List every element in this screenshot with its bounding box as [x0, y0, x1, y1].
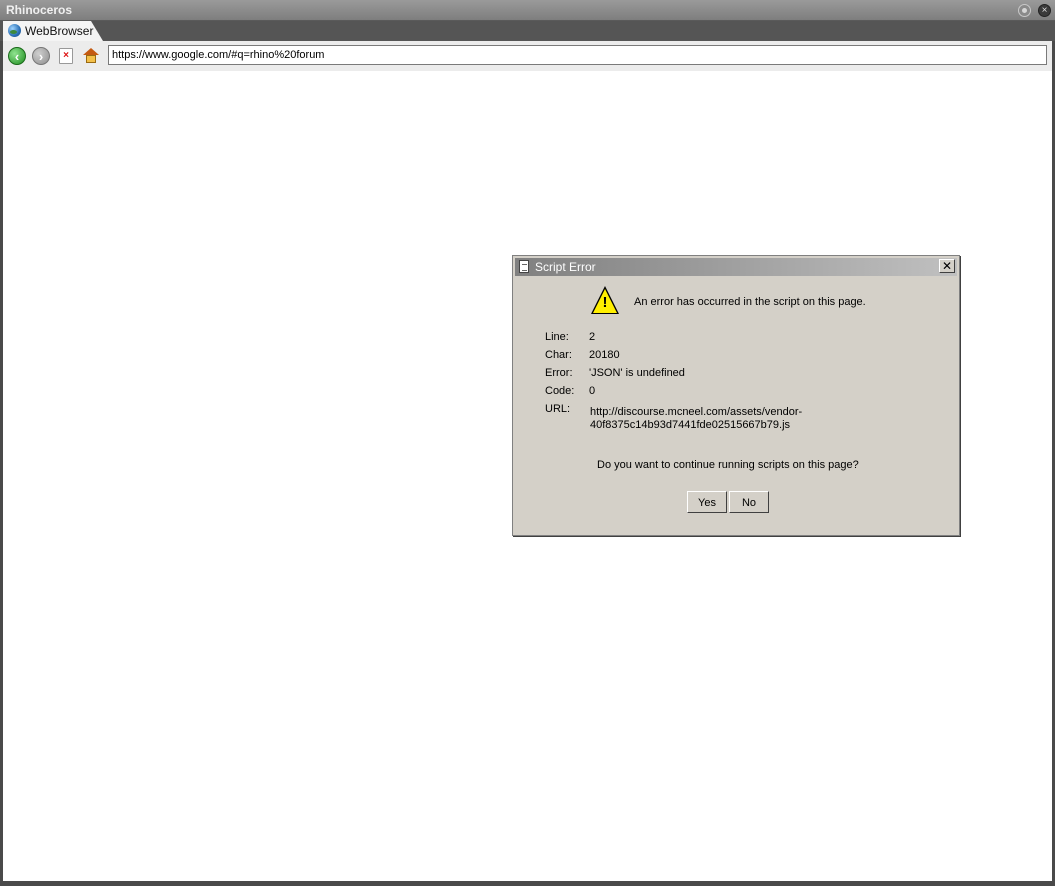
window-bottom-border: [0, 881, 1055, 886]
error-message: An error has occurred in the script on t…: [634, 296, 866, 308]
line-value: 2: [589, 331, 596, 343]
dialog-close-icon[interactable]: ✕: [939, 259, 955, 273]
no-button[interactable]: No: [729, 491, 769, 513]
forward-icon[interactable]: ›: [32, 47, 50, 65]
url-value: http://discourse.mcneel.com/assets/vendo…: [590, 406, 803, 431]
window-titlebar: Rhinoceros ×: [0, 0, 1055, 21]
dialog-title: Script Error: [535, 260, 596, 274]
script-error-dialog: Script Error ✕ ! An error has occurred i…: [512, 255, 960, 536]
stop-icon[interactable]: ×: [59, 48, 73, 64]
tab-webbrowser[interactable]: WebBrowser: [3, 21, 103, 41]
close-window-icon[interactable]: ×: [1038, 4, 1051, 17]
settings-gear-icon[interactable]: [1018, 4, 1031, 17]
tab-label: WebBrowser: [25, 24, 94, 38]
dialog-titlebar: Script Error ✕: [515, 258, 957, 276]
code-label: Code:: [545, 385, 575, 397]
error-value: 'JSON' is undefined: [589, 367, 685, 379]
url-label: URL:: [545, 403, 571, 415]
code-value: 0: [589, 385, 596, 397]
error-label: Error:: [545, 367, 573, 379]
address-bar[interactable]: https://www.google.com/#q=rhino%20forum: [108, 45, 1047, 65]
browser-toolbar: ‹ › × https://www.google.com/#q=rhino%20…: [3, 41, 1052, 71]
document-icon: [519, 260, 529, 273]
globe-icon: [8, 24, 21, 37]
char-value: 20180: [589, 349, 620, 361]
home-icon[interactable]: [83, 48, 99, 64]
line-label: Line:: [545, 331, 569, 343]
yes-button[interactable]: Yes: [687, 491, 727, 513]
back-icon[interactable]: ‹: [8, 47, 26, 65]
char-label: Char:: [545, 349, 572, 361]
continue-question: Do you want to continue running scripts …: [597, 459, 859, 471]
tab-strip: WebBrowser: [0, 21, 1055, 41]
window-title: Rhinoceros: [6, 3, 73, 17]
